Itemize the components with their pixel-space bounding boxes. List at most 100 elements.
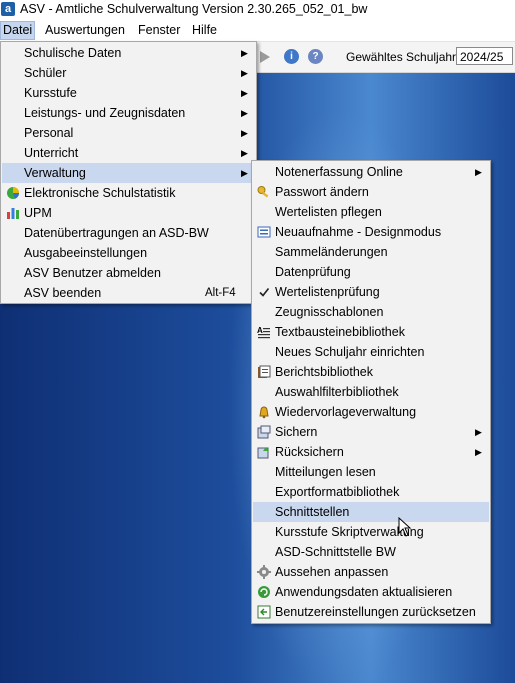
- menu-item-neues-schuljahr-einrichten[interactable]: Neues Schuljahr einrichten: [253, 342, 489, 362]
- menu-item-label: Sichern: [275, 425, 318, 439]
- menu-item-personal[interactable]: Personal ▶: [2, 123, 255, 143]
- menu-item-elektronische-schulstatistik[interactable]: Elektronische Schulstatistik: [2, 183, 255, 203]
- menu-item-verwaltung[interactable]: Verwaltung ▶: [2, 163, 255, 183]
- svg-text:A: A: [257, 326, 263, 335]
- restore-icon: [257, 445, 271, 459]
- menu-item-sichern[interactable]: Sichern ▶: [253, 422, 489, 442]
- submenu-arrow-icon: ▶: [241, 48, 248, 58]
- menu-item-label: Passwort ändern: [275, 185, 369, 199]
- mouse-cursor-icon: [398, 517, 412, 537]
- menu-item-leistungs-und-zeugnisdaten[interactable]: Leistungs- und Zeugnisdaten ▶: [2, 103, 255, 123]
- menu-item-label: Schnittstellen: [275, 505, 350, 519]
- menu-item-label: Mitteilungen lesen: [275, 465, 376, 479]
- menu-item-label: Wertelisten pflegen: [275, 205, 382, 219]
- window-title: ASV - Amtliche Schulverwaltung Version 2…: [20, 2, 368, 16]
- menu-item-ausgabeeinstellungen[interactable]: Ausgabeeinstellungen: [2, 243, 255, 263]
- menu-item-benutzereinstellungen-zuruecksetzen[interactable]: Benutzereinstellungen zurücksetzen: [253, 602, 489, 622]
- menu-item-aussehen-anpassen[interactable]: Aussehen anpassen: [253, 562, 489, 582]
- submenu-arrow-icon: ▶: [241, 68, 248, 78]
- datei-menu: Schulische Daten ▶ Schüler ▶ Kursstufe ▶ Leist…: [0, 41, 257, 304]
- menu-item-label: Anwendungsdaten aktualisieren: [275, 585, 453, 599]
- menu-item-passwort-aendern[interactable]: Passwort ändern: [253, 182, 489, 202]
- menu-item-berichtsbibliothek[interactable]: Berichtsbibliothek: [253, 362, 489, 382]
- menu-item-label: Auswahlfilterbibliothek: [275, 385, 399, 399]
- menu-auswertungen[interactable]: Auswertungen: [43, 22, 127, 39]
- menu-item-label: Berichtsbibliothek: [275, 365, 373, 379]
- menu-bar: Datei Auswertungen Fenster Hilfe: [0, 20, 515, 42]
- form-icon: [257, 225, 271, 239]
- menu-item-upm[interactable]: UPM: [2, 203, 255, 223]
- menu-item-label: Exportformatbibliothek: [275, 485, 400, 499]
- submenu-arrow-icon: ▶: [241, 168, 248, 178]
- menu-item-label: Kursstufe: [24, 86, 77, 100]
- menu-item-zeugnisschablonen[interactable]: Zeugnisschablonen: [253, 302, 489, 322]
- menu-item-wertelistenpruefung[interactable]: Wertelistenprüfung: [253, 282, 489, 302]
- pie-chart-icon: [6, 186, 20, 200]
- menu-item-neuaufnahme-designmodus[interactable]: Neuaufnahme - Designmodus: [253, 222, 489, 242]
- help-icon[interactable]: ?: [308, 49, 323, 64]
- menu-item-textbausteinebibliothek[interactable]: A Textbausteinebibliothek: [253, 322, 489, 342]
- reset-icon: [257, 605, 271, 619]
- menu-item-kursstufe[interactable]: Kursstufe ▶: [2, 83, 255, 103]
- menu-item-label: Schüler: [24, 66, 67, 80]
- key-icon: [257, 185, 271, 199]
- submenu-arrow-icon: ▶: [475, 167, 482, 177]
- menu-item-label: Zeugnisschablonen: [275, 305, 384, 319]
- report-icon: [257, 365, 271, 379]
- menu-fenster[interactable]: Fenster: [136, 22, 182, 39]
- toolbar-arrow-icon[interactable]: [258, 49, 272, 65]
- menu-item-label: Benutzereinstellungen zurücksetzen: [275, 605, 476, 619]
- menu-item-asd-schnittstelle-bw[interactable]: ASD-Schnittstelle BW: [253, 542, 489, 562]
- menu-item-unterricht[interactable]: Unterricht ▶: [2, 143, 255, 163]
- menu-item-label: Aussehen anpassen: [275, 565, 389, 579]
- menu-item-kursstufe-skriptverwaltung[interactable]: Kursstufe Skriptverwaltung: [253, 522, 489, 542]
- shortcut-label: Alt-F4: [205, 287, 236, 299]
- menu-item-schnittstellen[interactable]: Schnittstellen: [253, 502, 489, 522]
- app-icon: a: [1, 2, 15, 16]
- menu-hilfe[interactable]: Hilfe: [190, 22, 219, 39]
- menu-item-label: Datenübertragungen an ASD-BW: [24, 226, 209, 240]
- checkmark-icon: [257, 285, 271, 299]
- menu-item-wiedervorlageverwaltung[interactable]: Wiedervorlageverwaltung: [253, 402, 489, 422]
- gear-icon: [257, 565, 271, 579]
- menu-item-notenerfassung-online[interactable]: Notenerfassung Online ▶: [253, 162, 489, 182]
- title-bar: a ASV - Amtliche Schulverwaltung Version…: [0, 0, 515, 20]
- menu-item-datenpruefung[interactable]: Datenprüfung: [253, 262, 489, 282]
- menu-item-asv-beenden[interactable]: ASV beenden Alt-F4: [2, 283, 255, 303]
- menu-item-label: Leistungs- und Zeugnisdaten: [24, 106, 186, 120]
- submenu-arrow-icon: ▶: [241, 88, 248, 98]
- submenu-arrow-icon: ▶: [241, 148, 248, 158]
- menu-item-label: Notenerfassung Online: [275, 165, 403, 179]
- menu-item-schueler[interactable]: Schüler ▶: [2, 63, 255, 83]
- school-year-field[interactable]: 2024/25: [456, 47, 513, 65]
- menu-item-label: Unterricht: [24, 146, 79, 160]
- menu-item-label: Sammeländerungen: [275, 245, 388, 259]
- menu-item-label: Textbausteinebibliothek: [275, 325, 405, 339]
- menu-item-ruecksichern[interactable]: Rücksichern ▶: [253, 442, 489, 462]
- text-block-icon: A: [257, 325, 271, 339]
- menu-item-label: Rücksichern: [275, 445, 344, 459]
- bell-icon: [257, 405, 271, 419]
- menu-item-label: UPM: [24, 206, 52, 220]
- menu-item-auswahlfilterbibliothek[interactable]: Auswahlfilterbibliothek: [253, 382, 489, 402]
- menu-item-label: Personal: [24, 126, 74, 140]
- menu-item-label: Ausgabeeinstellungen: [24, 246, 148, 260]
- menu-item-sammelaenderungen[interactable]: Sammeländerungen: [253, 242, 489, 262]
- menu-item-label: Elektronische Schulstatistik: [24, 186, 176, 200]
- info-icon[interactable]: i: [284, 49, 299, 64]
- menu-datei[interactable]: Datei: [0, 21, 36, 40]
- menu-item-asv-benutzer-abmelden[interactable]: ASV Benutzer abmelden: [2, 263, 255, 283]
- menu-item-anwendungsdaten-aktualisieren[interactable]: Anwendungsdaten aktualisieren: [253, 582, 489, 602]
- menu-item-datenuebertragungen-an-asd-bw[interactable]: Datenübertragungen an ASD-BW: [2, 223, 255, 243]
- backup-icon: [257, 425, 271, 439]
- menu-item-mitteilungen-lesen[interactable]: Mitteilungen lesen: [253, 462, 489, 482]
- bar-chart-icon: [6, 206, 20, 220]
- menu-item-schulische-daten[interactable]: Schulische Daten ▶: [2, 43, 255, 63]
- submenu-arrow-icon: ▶: [475, 447, 482, 457]
- menu-item-exportformatbibliothek[interactable]: Exportformatbibliothek: [253, 482, 489, 502]
- verwaltung-submenu: Notenerfassung Online ▶ Passwort ändern Wer…: [251, 160, 491, 624]
- menu-item-label: Verwaltung: [24, 166, 86, 180]
- menu-item-label: ASD-Schnittstelle BW: [275, 545, 396, 559]
- menu-item-wertelisten-pflegen[interactable]: Wertelisten pflegen: [253, 202, 489, 222]
- menu-item-label: ASV beenden: [24, 286, 102, 300]
